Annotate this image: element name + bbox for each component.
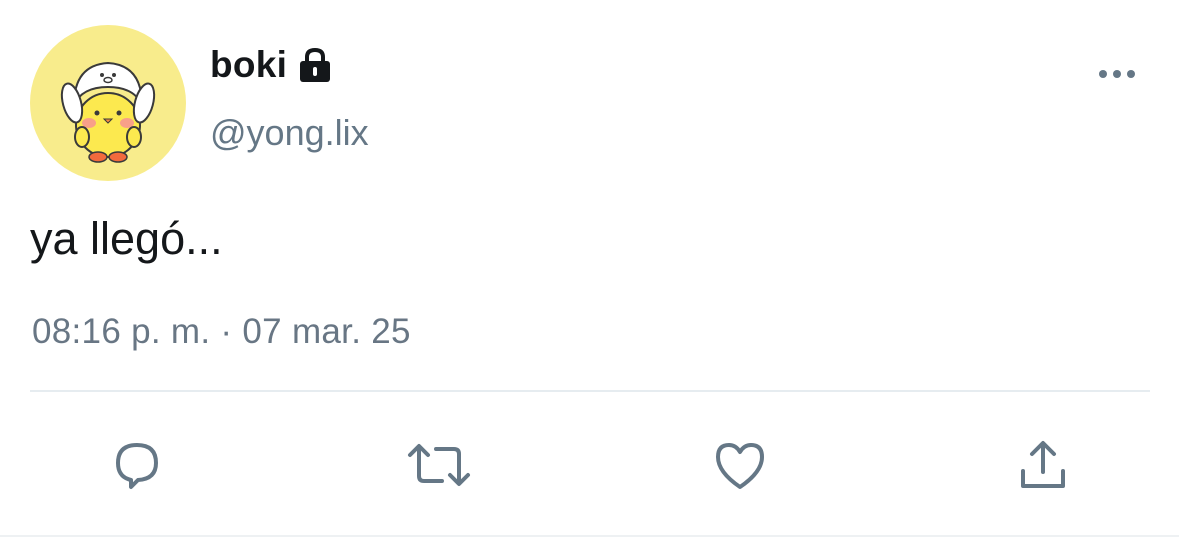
avatar[interactable] [30,25,186,181]
reply-icon [106,435,166,495]
name-row: boki [210,42,333,88]
tweet-timestamp[interactable]: 08:16 p. m. · 07 mar. 25 [32,312,411,352]
tweet-card: boki @yong.lix ya llegó... 08:16 p. m. ·… [0,0,1179,555]
divider [30,390,1150,392]
more-horizontal-icon[interactable] [1093,60,1141,88]
user-handle[interactable]: @yong.lix [210,112,369,154]
tweet-text: ya llegó... [30,213,223,264]
like-button[interactable] [705,430,775,500]
share-icon [1013,435,1073,495]
chick-avatar-illustration [60,61,156,163]
heart-icon [710,435,770,495]
display-name[interactable]: boki [210,44,287,86]
reply-button[interactable] [101,430,171,500]
retweet-icon [404,435,474,495]
lock-icon [297,46,333,84]
bottom-divider [0,535,1179,537]
retweet-button[interactable] [404,430,474,500]
share-button[interactable] [1008,430,1078,500]
